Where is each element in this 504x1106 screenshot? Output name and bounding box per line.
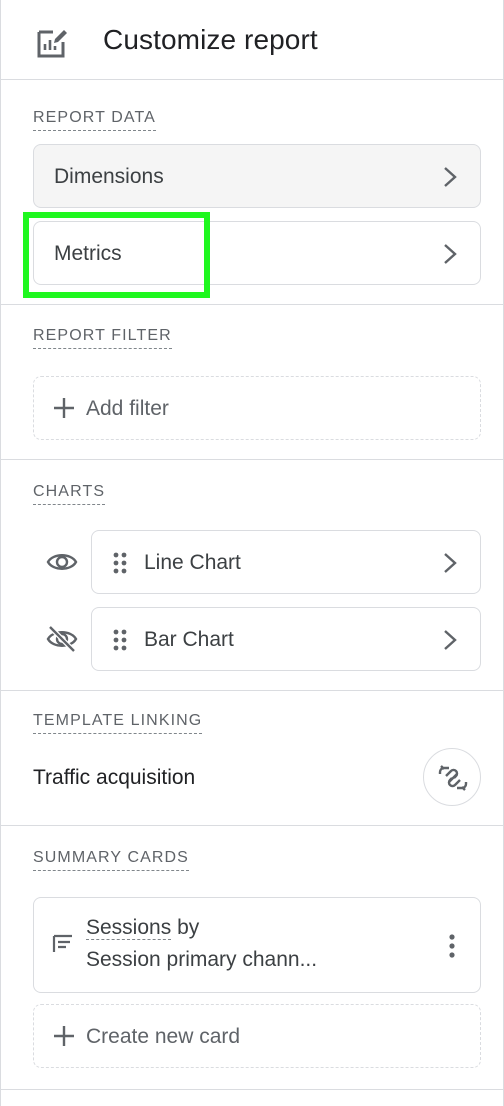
drag-handle-icon[interactable] [112, 551, 128, 575]
add-filter-label: Add filter [86, 397, 169, 420]
eye-icon[interactable] [45, 547, 79, 577]
customize-report-panel: Customize report REPORT DATA Dimensions … [0, 0, 504, 1106]
summary-card-title: Sessions by [86, 916, 199, 940]
template-linking-heading[interactable]: TEMPLATE LINKING [33, 712, 203, 734]
charts-section: CHARTS Line Chart Bar Chart [1, 460, 503, 691]
create-new-card-button[interactable]: Create new card [33, 1004, 481, 1068]
plus-icon [54, 1026, 74, 1046]
line-chart-item[interactable]: Line Chart [91, 530, 481, 594]
bar-chart-item[interactable]: Bar Chart [91, 607, 481, 671]
link-button[interactable] [423, 748, 481, 806]
bar-chart-label: Bar Chart [144, 628, 234, 651]
summary-card-connector: by [177, 916, 200, 939]
add-filter-button[interactable]: Add filter [33, 376, 481, 440]
charts-heading[interactable]: CHARTS [33, 483, 106, 505]
report-filter-section: REPORT FILTER Add filter [1, 305, 503, 460]
summary-card-metric[interactable]: Sessions [86, 916, 172, 940]
create-new-card-label: Create new card [86, 1025, 241, 1048]
line-chart-label: Line Chart [144, 551, 241, 574]
eye-off-icon[interactable] [45, 624, 79, 654]
panel-header: Customize report [1, 0, 503, 80]
summary-card[interactable]: Sessions by Session primary chann... [33, 897, 481, 993]
chevron-right-icon [444, 553, 457, 573]
chevron-right-icon [444, 244, 457, 264]
drag-handle-icon[interactable] [112, 628, 128, 652]
summary-card-dimension: Session primary chann... [86, 948, 318, 971]
plus-icon [54, 398, 74, 418]
template-name: Traffic acquisition [33, 766, 196, 789]
page-title: Customize report [103, 24, 318, 55]
chevron-right-icon [444, 167, 457, 187]
dimensions-label: Dimensions [54, 165, 164, 188]
report-data-heading[interactable]: REPORT DATA [33, 109, 156, 131]
summary-cards-section: SUMMARY CARDS Sessions by Session primar… [1, 826, 503, 1090]
dimensions-button[interactable]: Dimensions [33, 144, 481, 208]
summary-card-icon [52, 934, 72, 952]
chevron-right-icon [444, 630, 457, 650]
template-linking-section: TEMPLATE LINKING Traffic acquisition [1, 691, 503, 826]
more-vert-icon[interactable] [444, 932, 460, 960]
summary-cards-heading[interactable]: SUMMARY CARDS [33, 849, 189, 871]
link-off-icon [438, 765, 468, 791]
report-filter-heading[interactable]: REPORT FILTER [33, 327, 172, 349]
highlight-box [23, 212, 210, 298]
edit-report-icon [37, 30, 67, 58]
